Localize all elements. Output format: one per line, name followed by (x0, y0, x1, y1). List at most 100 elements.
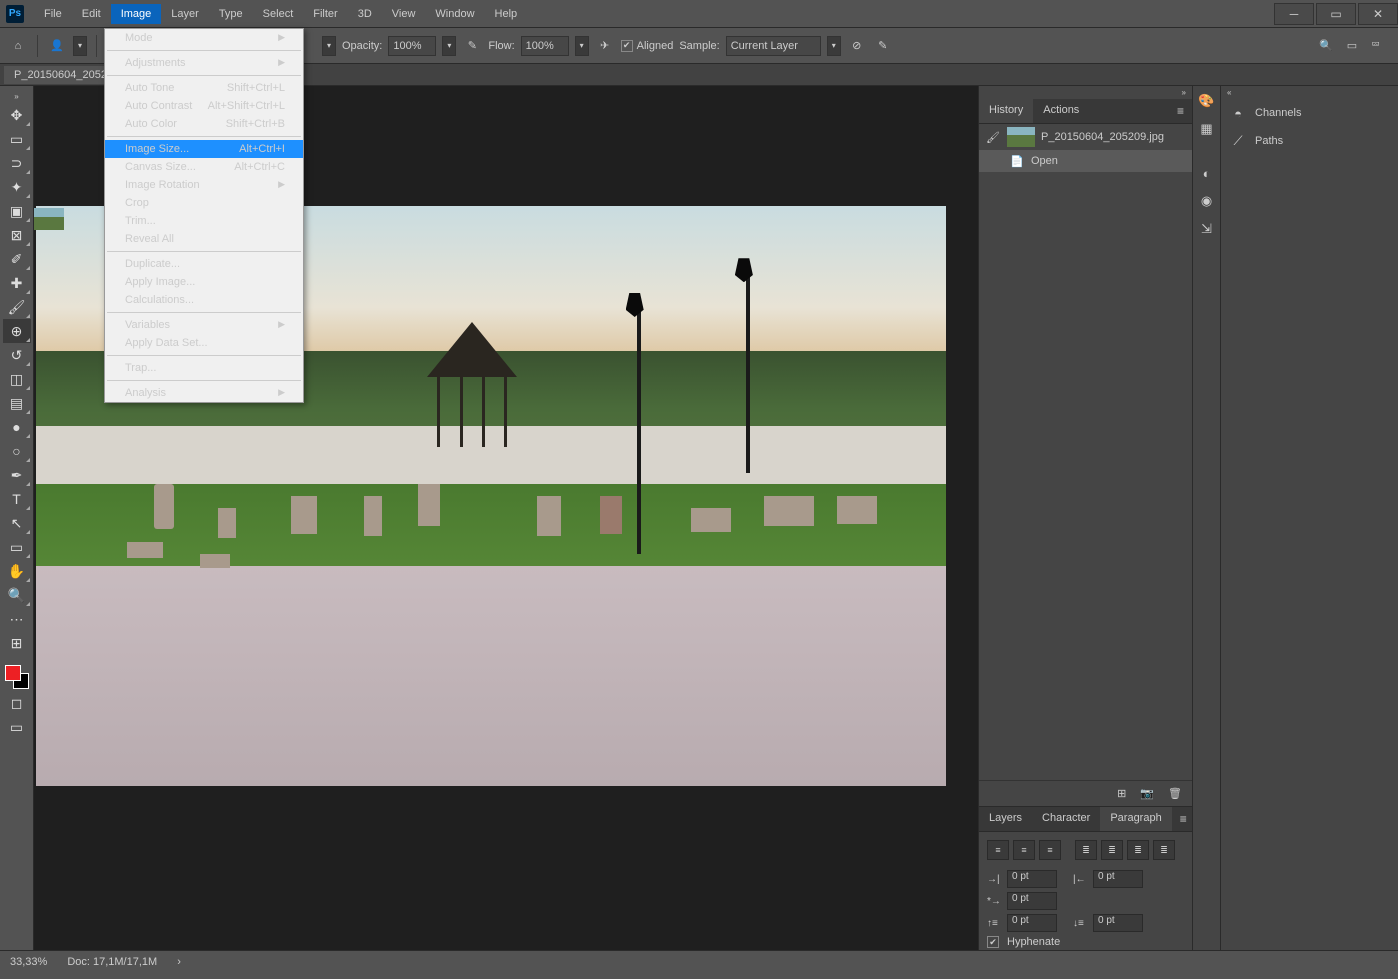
brush-state-icon[interactable]: 🖌 (985, 129, 1001, 145)
new-snapshot-icon[interactable]: ⊞ (1117, 787, 1126, 800)
space-after-input[interactable]: 0 pt (1093, 914, 1143, 932)
tab-layers[interactable]: Layers (979, 807, 1032, 831)
menu-select[interactable]: Select (253, 4, 304, 24)
camera-icon[interactable]: 📷 (1140, 787, 1154, 800)
panel-menu-icon[interactable]: ≡ (1169, 99, 1192, 123)
tab-character[interactable]: Character (1032, 807, 1100, 831)
adjustments-panel-icon[interactable]: ◐ (1196, 162, 1218, 184)
align-right-button[interactable]: ≡ (1039, 840, 1061, 860)
indent-right-input[interactable]: 0 pt (1093, 870, 1143, 888)
tab-paragraph[interactable]: Paragraph (1100, 807, 1171, 831)
tool-zoom[interactable]: 🔍 (3, 583, 31, 607)
styles-panel-icon[interactable]: ◉ (1196, 190, 1218, 212)
tool-brush[interactable]: 🖌 (3, 295, 31, 319)
tool-rect[interactable]: ▭ (3, 535, 31, 559)
tool-wand[interactable]: ✦ (3, 175, 31, 199)
chevron-down-icon[interactable]: ▾ (442, 36, 456, 56)
menu-item-auto-color[interactable]: Auto ColorShift+Ctrl+B (105, 115, 303, 133)
menu-item-mode[interactable]: Mode▶ (105, 29, 303, 47)
align-center-button[interactable]: ≡ (1013, 840, 1035, 860)
tab-actions[interactable]: Actions (1033, 99, 1089, 123)
menu-type[interactable]: Type (209, 4, 253, 24)
menu-item-canvas-size-[interactable]: Canvas Size...Alt+Ctrl+C (105, 158, 303, 176)
menu-item-apply-image-[interactable]: Apply Image... (105, 273, 303, 291)
menu-item-auto-tone[interactable]: Auto ToneShift+Ctrl+L (105, 79, 303, 97)
maximize-button[interactable]: ▭ (1316, 3, 1356, 25)
tool-hand[interactable]: ✋ (3, 559, 31, 583)
screenmode-icon[interactable]: ▭ (3, 715, 31, 739)
justify-center-button[interactable]: ≣ (1101, 840, 1123, 860)
menu-help[interactable]: Help (485, 4, 528, 24)
tool-edit-tb[interactable]: ⊞ (3, 631, 31, 655)
menu-item-calculations-[interactable]: Calculations... (105, 291, 303, 309)
pressure-opacity-icon[interactable]: ✎ (462, 36, 482, 56)
history-entry[interactable]: 📄 Open (979, 150, 1192, 172)
tool-preset-icon[interactable]: 👤 (47, 36, 67, 56)
tool-more[interactable]: ⋯ (3, 607, 31, 631)
collapse-panel-icon[interactable]: « (1221, 86, 1398, 99)
zoom-level[interactable]: 33,33% (10, 956, 47, 968)
indent-left-input[interactable]: 0 pt (1007, 870, 1057, 888)
tool-marquee[interactable]: ▭ (3, 127, 31, 151)
airbrush-icon[interactable]: ✈ (595, 36, 615, 56)
menu-item-image-rotation[interactable]: Image Rotation▶ (105, 176, 303, 194)
justify-left-button[interactable]: ≣ (1075, 840, 1097, 860)
tool-type[interactable]: T (3, 487, 31, 511)
tool-history-brush[interactable]: ↺ (3, 343, 31, 367)
tool-pen[interactable]: ✒ (3, 463, 31, 487)
trash-icon[interactable]: 🗑 (1168, 787, 1182, 800)
expand-toolbox-icon[interactable]: » (12, 90, 20, 103)
menu-item-analysis[interactable]: Analysis▶ (105, 384, 303, 402)
chevron-down-icon[interactable]: ▾ (575, 36, 589, 56)
tool-stamp[interactable]: ⊕ (3, 319, 31, 343)
menu-item-duplicate-[interactable]: Duplicate... (105, 255, 303, 273)
first-line-input[interactable]: 0 pt (1007, 892, 1057, 910)
pressure-size-icon[interactable]: ✎ (873, 36, 893, 56)
tool-lasso[interactable]: ⊃ (3, 151, 31, 175)
menu-edit[interactable]: Edit (72, 4, 111, 24)
minimize-button[interactable]: ─ (1274, 3, 1314, 25)
flow-input[interactable]: 100% (521, 36, 569, 56)
status-chevron-icon[interactable]: › (177, 956, 181, 968)
tool-frame[interactable]: ⊠ (3, 223, 31, 247)
foreground-swatch[interactable] (5, 665, 21, 681)
chevron-down-icon[interactable]: ▾ (73, 36, 87, 56)
menu-layer[interactable]: Layer (161, 4, 209, 24)
menu-3d[interactable]: 3D (348, 4, 382, 24)
sample-dropdown[interactable]: Current Layer (726, 36, 821, 56)
learn-panel-icon[interactable]: ⇲ (1196, 218, 1218, 240)
tool-move[interactable]: ✥ (3, 103, 31, 127)
close-button[interactable]: ✕ (1358, 3, 1398, 25)
menu-filter[interactable]: Filter (303, 4, 347, 24)
justify-right-button[interactable]: ≣ (1127, 840, 1149, 860)
brush-chevron-icon[interactable]: ▾ (322, 36, 336, 56)
collapse-panel-icon[interactable]: » (979, 86, 1192, 99)
menu-item-trim-[interactable]: Trim... (105, 212, 303, 230)
hyphenate-checkbox[interactable]: ✔Hyphenate (979, 934, 1192, 950)
aligned-checkbox[interactable]: ✔Aligned (621, 40, 674, 52)
tool-blur[interactable]: ● (3, 415, 31, 439)
tab-history[interactable]: History (979, 99, 1033, 123)
menu-item-adjustments[interactable]: Adjustments▶ (105, 54, 303, 72)
swatches-panel-icon[interactable]: ▦ (1196, 118, 1218, 140)
tool-gradient[interactable]: ▤ (3, 391, 31, 415)
chevron-down-icon[interactable]: ▾ (827, 36, 841, 56)
align-left-button[interactable]: ≡ (987, 840, 1009, 860)
justify-all-button[interactable]: ≣ (1153, 840, 1175, 860)
menu-image[interactable]: Image (111, 4, 162, 24)
tool-crop[interactable]: ▣ (3, 199, 31, 223)
ignore-adjust-icon[interactable]: ⊘ (847, 36, 867, 56)
color-panel-icon[interactable]: 🎨 (1196, 90, 1218, 112)
channels-panel-row[interactable]: ◓ Channels (1221, 99, 1398, 127)
menu-file[interactable]: File (34, 4, 72, 24)
opacity-input[interactable]: 100% (388, 36, 436, 56)
tool-eraser[interactable]: ◫ (3, 367, 31, 391)
menu-view[interactable]: View (382, 4, 426, 24)
menu-item-auto-contrast[interactable]: Auto ContrastAlt+Shift+Ctrl+L (105, 97, 303, 115)
color-swatches[interactable] (3, 663, 31, 691)
tool-dodge[interactable]: ○ (3, 439, 31, 463)
tool-path-sel[interactable]: ↖ (3, 511, 31, 535)
workspace-icon[interactable]: ▭ (1347, 39, 1357, 52)
menu-window[interactable]: Window (425, 4, 484, 24)
tool-heal[interactable]: ✚ (3, 271, 31, 295)
